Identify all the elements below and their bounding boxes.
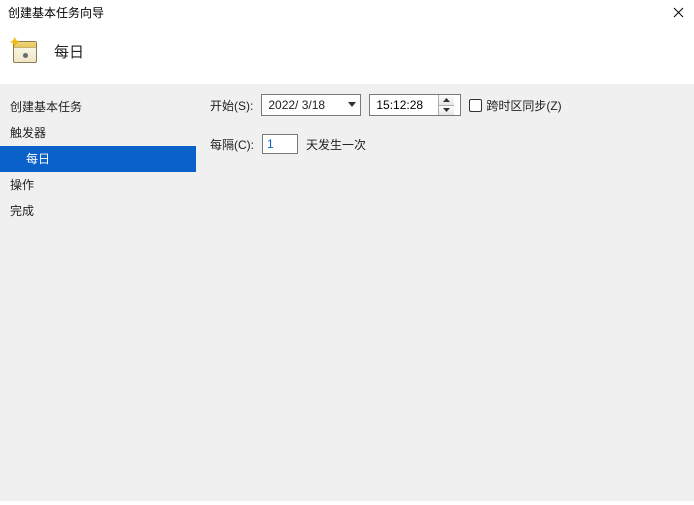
recur-days-input[interactable] [262,134,298,154]
start-label: 开始(S): [210,97,253,114]
page-heading: 每日 [54,41,84,62]
start-time-input[interactable] [370,95,438,115]
wizard-steps-sidebar: 创建基本任务 触发器 每日 操作 完成 [0,84,196,501]
recur-label-before: 每隔(C): [210,136,254,153]
window-title: 创建基本任务向导 [8,4,104,21]
recur-label-after: 天发生一次 [306,136,366,153]
wizard-calendar-icon: ✦ [10,36,40,66]
time-step-down-button[interactable] [439,105,454,116]
sync-timezones-checkbox[interactable]: 跨时区同步(Z) [469,97,561,114]
close-button[interactable] [670,4,686,20]
start-date-picker[interactable]: 2022/ 3/18 [261,94,361,116]
chevron-down-icon [348,102,356,108]
caret-up-icon [443,98,450,102]
sidebar-item-action[interactable]: 操作 [0,172,196,198]
sidebar-item-trigger[interactable]: 触发器 [0,120,196,146]
time-step-up-button[interactable] [439,95,454,105]
sidebar-item-create-basic-task[interactable]: 创建基本任务 [0,94,196,120]
start-date-value: 2022/ 3/18 [268,98,325,112]
checkbox-box [469,99,482,112]
sidebar-item-finish[interactable]: 完成 [0,198,196,224]
close-icon [673,7,684,18]
sidebar-item-daily[interactable]: 每日 [0,146,196,172]
start-time-spinner[interactable] [369,94,461,116]
sync-timezones-label: 跨时区同步(Z) [486,97,561,114]
caret-down-icon [443,108,450,112]
